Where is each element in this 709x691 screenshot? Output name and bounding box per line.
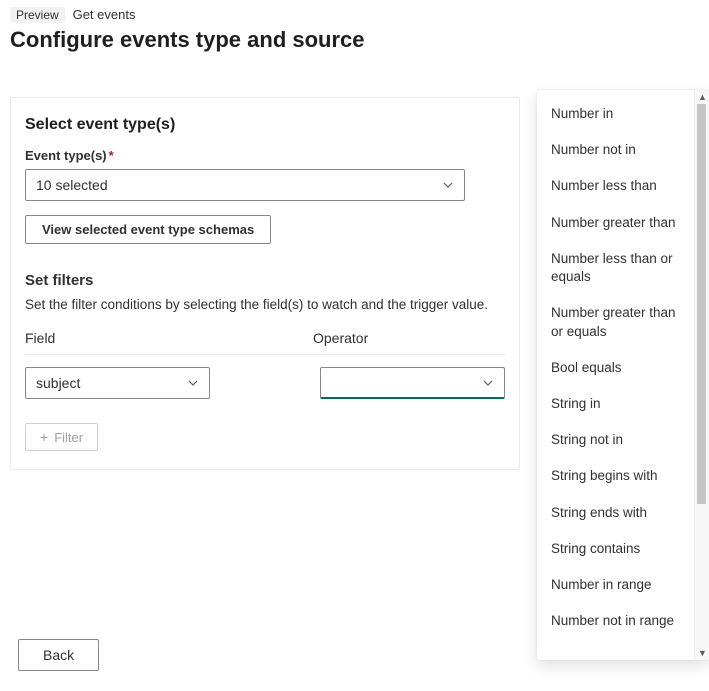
field-dropdown-value: subject — [36, 375, 80, 391]
operator-option[interactable]: Number in range — [537, 567, 694, 603]
operator-option[interactable]: Number greater than — [537, 205, 694, 241]
add-filter-button[interactable]: + Filter — [25, 423, 98, 451]
operator-option[interactable]: String in — [537, 386, 694, 422]
add-filter-label: Filter — [54, 430, 83, 445]
filter-header-row: Field Operator — [25, 330, 505, 355]
operator-option[interactable]: String not in — [537, 422, 694, 458]
view-schemas-button[interactable]: View selected event type schemas — [25, 215, 271, 244]
filter-header-field: Field — [25, 330, 313, 346]
operator-option[interactable]: Number less than — [537, 168, 694, 204]
operator-option[interactable]: String ends with — [537, 495, 694, 531]
operator-option[interactable]: Bool equals — [537, 350, 694, 386]
operator-option[interactable]: Number not in — [537, 132, 694, 168]
plus-icon: + — [40, 429, 48, 445]
operator-option[interactable]: Number in — [537, 96, 694, 132]
filter-header-operator: Operator — [313, 330, 505, 346]
scrollbar[interactable]: ▲ ▼ — [694, 90, 709, 660]
filters-section-title: Set filters — [25, 272, 505, 289]
filters-description: Set the filter conditions by selecting t… — [25, 297, 505, 312]
scrollbar-thumb[interactable] — [697, 104, 706, 504]
operator-option[interactable]: Number less than or equals — [537, 241, 694, 295]
event-types-label-text: Event type(s) — [25, 148, 107, 163]
required-marker: * — [109, 148, 114, 163]
operator-menu-list[interactable]: Number in Number not in Number less than… — [537, 90, 694, 660]
operator-dropdown[interactable] — [320, 367, 505, 399]
chevron-down-icon — [442, 179, 454, 191]
operator-option[interactable]: String contains — [537, 531, 694, 567]
operator-dropdown-menu: Number in Number not in Number less than… — [537, 90, 709, 660]
event-types-dropdown-value: 10 selected — [36, 177, 108, 193]
event-types-section-title: Select event type(s) — [25, 116, 505, 134]
scroll-up-icon[interactable]: ▲ — [695, 90, 709, 104]
chevron-down-icon — [187, 377, 199, 389]
header-subtitle: Get events — [73, 7, 136, 22]
filter-row: subject — [25, 367, 505, 399]
main-panel: Select event type(s) Event type(s)* 10 s… — [10, 97, 520, 470]
back-button[interactable]: Back — [18, 639, 99, 671]
chevron-down-icon — [482, 377, 494, 389]
event-types-dropdown[interactable]: 10 selected — [25, 169, 465, 201]
operator-option[interactable]: Number greater than or equals — [537, 295, 694, 349]
field-dropdown[interactable]: subject — [25, 367, 210, 399]
preview-badge: Preview — [10, 7, 65, 23]
event-types-field-label: Event type(s)* — [25, 148, 505, 163]
scroll-down-icon[interactable]: ▼ — [695, 646, 709, 660]
operator-option[interactable]: String begins with — [537, 458, 694, 494]
page-title: Configure events type and source — [10, 27, 699, 53]
operator-option[interactable]: Number not in range — [537, 603, 694, 639]
